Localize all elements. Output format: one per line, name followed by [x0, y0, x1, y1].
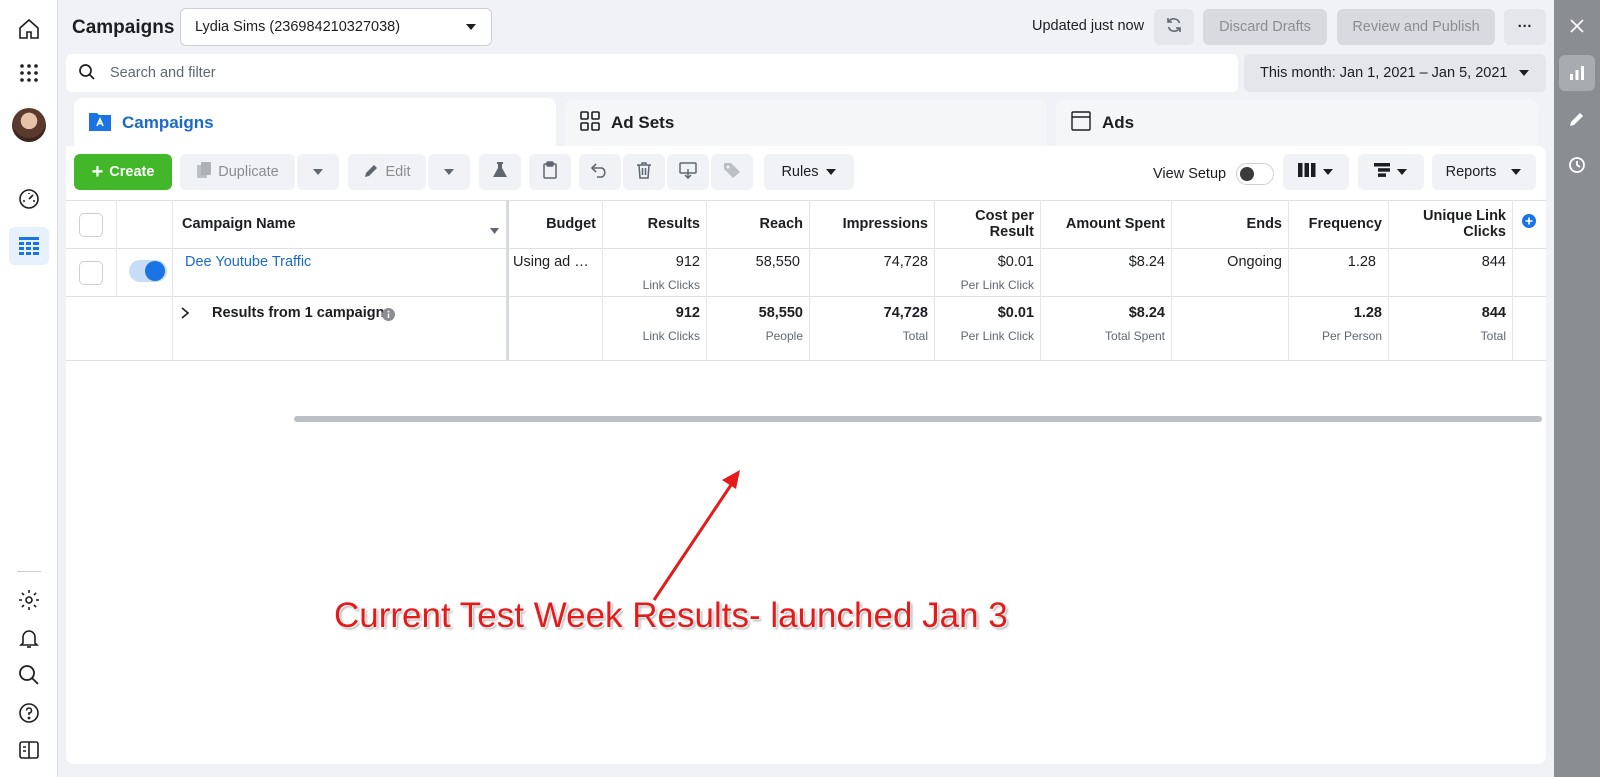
- annotation-arrow: [652, 470, 740, 601]
- annotation-text: Current Test Week Results- launched Jan …: [334, 596, 1008, 635]
